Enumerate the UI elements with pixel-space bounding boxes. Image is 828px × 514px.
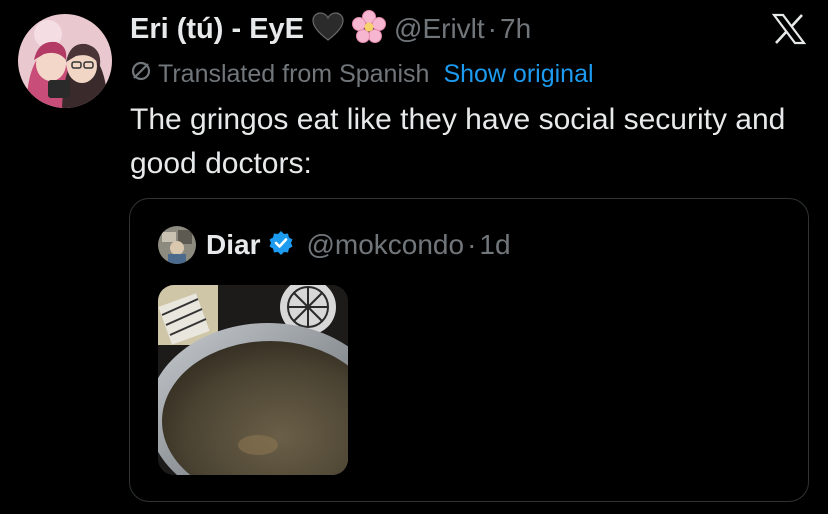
quoted-tweet-header: Diar @mokcondo · 1d — [158, 225, 511, 265]
quoted-tweet-time[interactable]: 1d — [479, 229, 510, 261]
quoted-author-name[interactable]: Diar — [206, 229, 260, 261]
cherry-blossom-icon — [352, 9, 387, 49]
separator-dot: · — [467, 229, 477, 260]
author-avatar[interactable] — [18, 14, 112, 108]
quoted-author-avatar[interactable] — [158, 226, 196, 264]
translation-notice: Translated from Spanish Show original — [130, 56, 594, 92]
separator-dot: · — [487, 13, 497, 44]
tweet-header: Eri (tú) - EyE @Erivlt · 7h — [130, 8, 531, 50]
x-logo-icon[interactable] — [771, 13, 807, 45]
quoted-media-image[interactable] — [158, 285, 348, 475]
quoted-author-handle[interactable]: @mokcondo — [306, 229, 464, 261]
tweet-time[interactable]: 7h — [500, 13, 531, 45]
show-original-link[interactable]: Show original — [443, 60, 593, 89]
author-name[interactable]: Eri (tú) - EyE — [130, 13, 304, 46]
black-heart-icon — [312, 11, 344, 47]
quoted-tweet-card[interactable]: Diar @mokcondo · 1d — [129, 198, 809, 502]
verified-badge-icon — [268, 230, 294, 261]
translated-label: Translated from Spanish — [158, 59, 430, 88]
translate-icon — [130, 60, 152, 89]
author-handle[interactable]: @Erivlt — [394, 13, 485, 45]
tweet-text: The gringos eat like they have social se… — [130, 103, 786, 180]
